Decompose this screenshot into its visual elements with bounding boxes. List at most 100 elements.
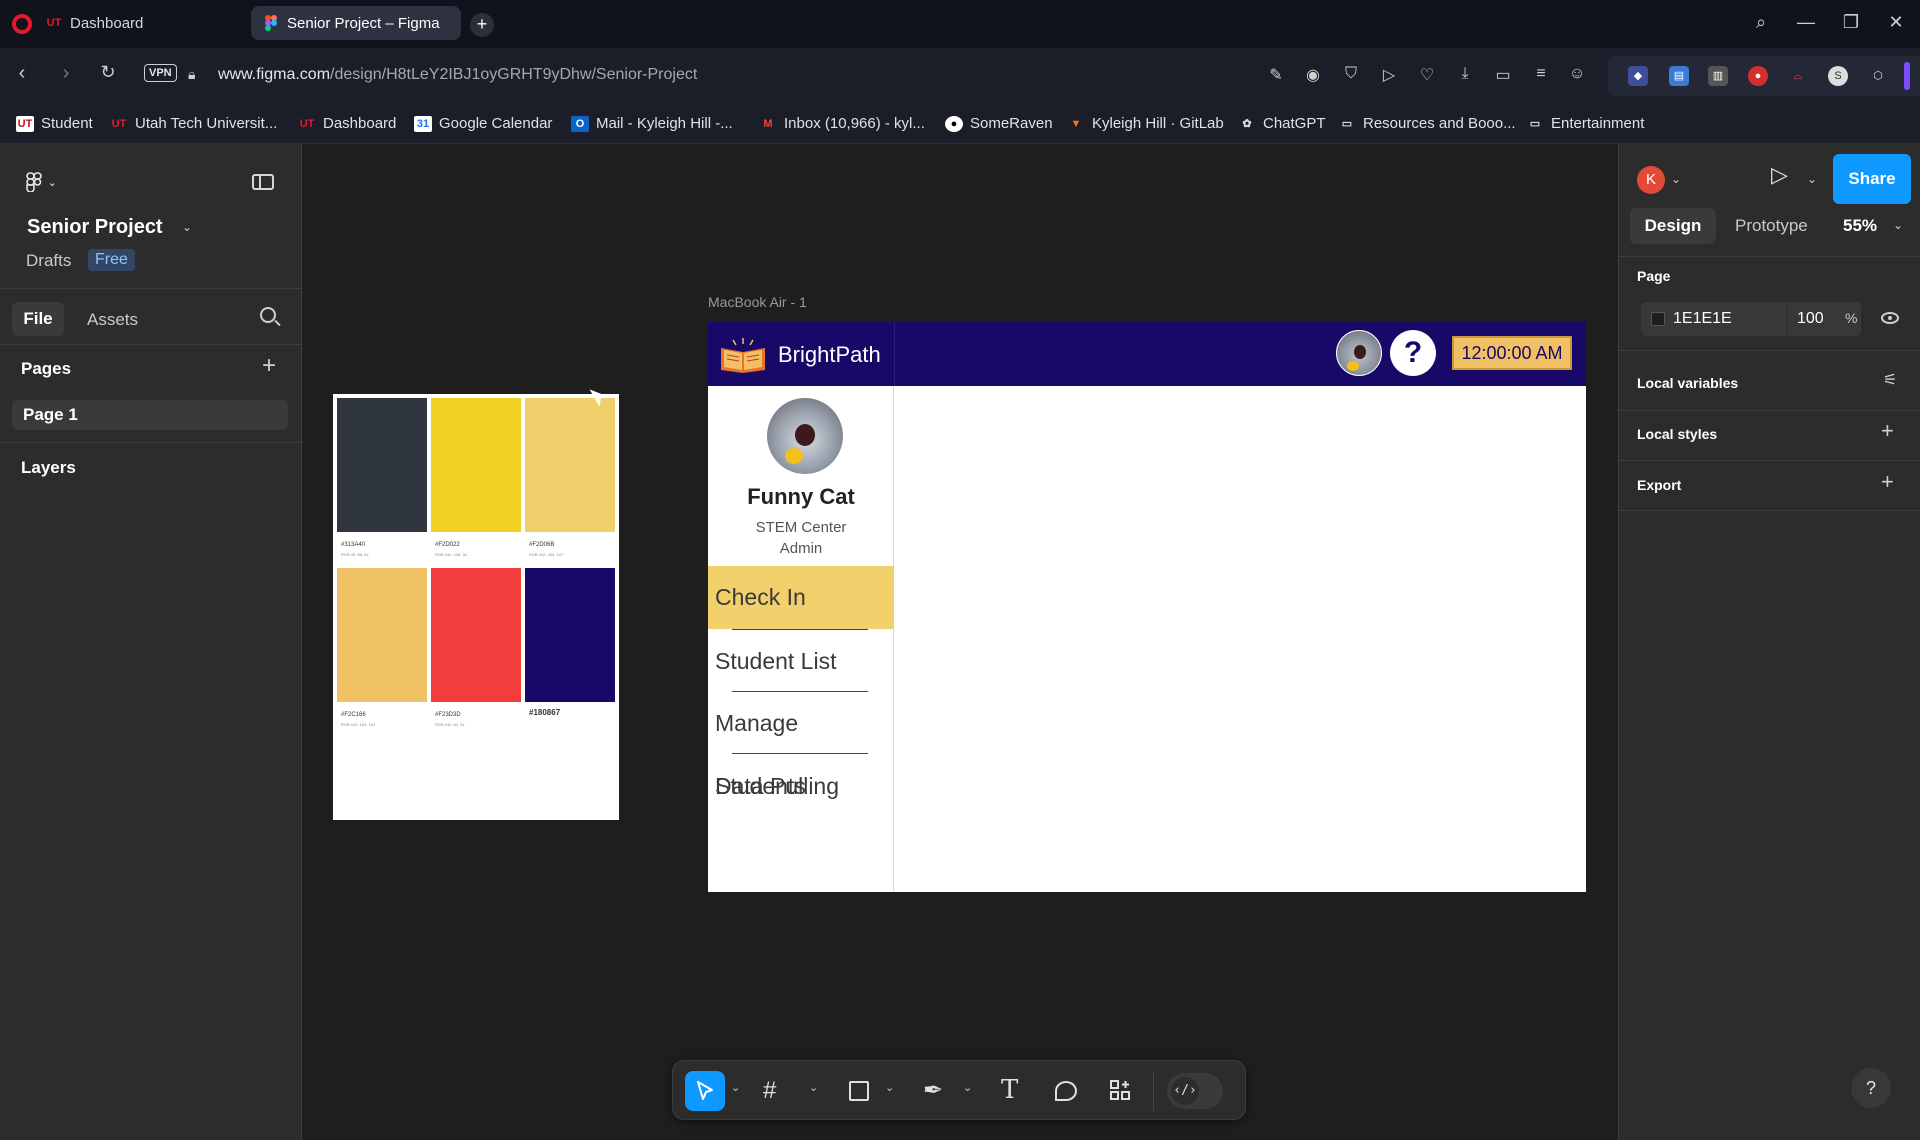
close-window-icon[interactable]: ✕ xyxy=(1882,12,1910,33)
edit-icon[interactable]: ✎ xyxy=(1265,65,1287,85)
color-hex-value[interactable]: 1E1E1E xyxy=(1673,310,1732,328)
chevron-down-icon[interactable]: ⌄ xyxy=(885,1081,894,1094)
swatch-f2d06b[interactable] xyxy=(525,398,615,532)
forward-icon[interactable]: › xyxy=(52,62,80,85)
search-icon[interactable] xyxy=(260,307,276,323)
local-variables-title[interactable]: Local variables xyxy=(1637,375,1738,391)
battery-icon[interactable]: ▭ xyxy=(1492,65,1514,85)
lock-icon[interactable]: 🔒︎ xyxy=(188,66,195,83)
rectangle-tool-icon[interactable] xyxy=(849,1081,869,1101)
nav-manage-students[interactable]: Manage Students xyxy=(708,692,894,799)
add-style-icon[interactable]: + xyxy=(1881,418,1894,444)
reload-icon[interactable]: ↻ xyxy=(94,62,122,83)
extension-1-icon[interactable]: ◆ xyxy=(1628,66,1648,86)
bookmark-gitlab[interactable]: ▼ Kyleigh Hill · GitLab xyxy=(1067,115,1224,132)
chevron-down-icon[interactable]: ⌄ xyxy=(1893,218,1903,232)
add-page-icon[interactable]: + xyxy=(262,352,276,380)
extension-4-icon[interactable]: ● xyxy=(1748,66,1768,86)
swatch-313a40[interactable] xyxy=(337,398,427,532)
shield-icon[interactable]: ⛉ xyxy=(1340,65,1362,83)
bookmark-outlook[interactable]: O Mail - Kyleigh Hill -... xyxy=(571,115,733,132)
nav-check-in[interactable]: Check In xyxy=(708,566,894,629)
eye-icon[interactable] xyxy=(1881,312,1899,324)
project-name[interactable]: Senior Project xyxy=(27,216,163,239)
nav-student-list[interactable]: Student List xyxy=(708,630,894,693)
page-item[interactable]: Page 1 xyxy=(12,400,288,430)
chevron-down-icon[interactable]: ⌄ xyxy=(1807,172,1817,186)
swatch-180867[interactable] xyxy=(525,568,615,702)
opacity-value[interactable]: 100 xyxy=(1797,310,1824,328)
toggle-sidebar-icon[interactable] xyxy=(252,174,274,190)
extensions-cube-icon[interactable]: ⬡ xyxy=(1868,66,1888,86)
color-swatch[interactable] xyxy=(1651,312,1665,326)
url-field[interactable]: www.figma.com/design/H8tLeY2IBJ1oyGRHT9y… xyxy=(218,66,697,84)
figma-menu-icon[interactable]: ⌄ xyxy=(26,172,57,198)
move-tool[interactable] xyxy=(685,1071,725,1111)
easy-setup-icon[interactable]: ≡ xyxy=(1530,65,1552,83)
search-tabs-icon[interactable]: ⌕ xyxy=(1747,12,1775,33)
bookmark-gmail[interactable]: M Inbox (10,966) - kyl... xyxy=(759,115,925,132)
user-avatar[interactable] xyxy=(1336,330,1382,376)
bookmark-chatgpt[interactable]: ✿ ChatGPT xyxy=(1238,115,1325,132)
browser-tab-figma[interactable]: Senior Project – Figma xyxy=(251,6,461,40)
vpn-badge[interactable]: VPN xyxy=(144,64,177,82)
player-icon[interactable]: ▷ xyxy=(1378,65,1400,85)
plan-badge[interactable]: Free xyxy=(88,249,135,271)
color-palette-frame[interactable]: #313A40 RGB 49, 58, 64 #F2D022 RGB 242, … xyxy=(333,394,619,820)
user-avatar[interactable]: K xyxy=(1637,166,1665,194)
download-icon[interactable]: ⤓ xyxy=(1454,65,1476,83)
chevron-down-icon[interactable]: ⌄ xyxy=(963,1081,972,1094)
opera-logo-icon[interactable] xyxy=(12,14,32,34)
swatch-f23d3d[interactable] xyxy=(431,568,521,702)
frame-tool-icon[interactable]: # xyxy=(763,1077,776,1105)
bookmark-dashboard[interactable]: UT Dashboard xyxy=(298,115,397,132)
bookmark-google-calendar[interactable]: 31 Google Calendar xyxy=(414,115,552,132)
bookmark-github[interactable]: ● SomeRaven xyxy=(945,115,1053,132)
text-tool-icon[interactable]: T xyxy=(1001,1075,1018,1105)
swatch-f2c166[interactable] xyxy=(337,568,427,702)
tab-file[interactable]: File xyxy=(12,302,64,336)
swatch-f2d022[interactable] xyxy=(431,398,521,532)
present-play-icon[interactable]: ▷ xyxy=(1771,162,1788,188)
extension-3-icon[interactable]: ▥ xyxy=(1708,66,1728,86)
chevron-down-icon[interactable]: ⌄ xyxy=(809,1081,818,1094)
macbook-frame[interactable]: BrightPath ? 12:00:00 AM Funny Cat STEM … xyxy=(708,322,1586,892)
tab-design[interactable]: Design xyxy=(1630,208,1716,244)
restore-icon[interactable]: ❐ xyxy=(1837,12,1865,33)
share-button[interactable]: Share xyxy=(1833,154,1911,204)
drafts-link[interactable]: Drafts xyxy=(26,251,71,271)
extension-6-icon[interactable]: S xyxy=(1828,66,1848,86)
bookmark-folder-resources[interactable]: ▭ Resources and Booo... xyxy=(1338,115,1516,132)
extension-5-icon[interactable]: ⌓ xyxy=(1788,66,1808,86)
heart-icon[interactable]: ♡ xyxy=(1416,65,1438,85)
tab-assets[interactable]: Assets xyxy=(87,310,138,330)
profile-icon[interactable]: ☺ xyxy=(1566,65,1588,83)
canvas[interactable]: #313A40 RGB 49, 58, 64 #F2D022 RGB 242, … xyxy=(302,144,1618,1140)
nav-data-pulling[interactable]: Data Pulling xyxy=(708,755,894,818)
extension-css-icon[interactable]: ▤ xyxy=(1669,66,1689,86)
bookmark-folder-entertainment[interactable]: ▭ Entertainment xyxy=(1526,115,1645,132)
dev-mode-toggle[interactable]: ‹/› xyxy=(1167,1073,1223,1109)
actions-tool-icon[interactable] xyxy=(1109,1079,1131,1101)
variables-sliders-icon[interactable]: ⚟ xyxy=(1883,370,1897,390)
pen-tool-icon[interactable]: ✒︎ xyxy=(923,1076,943,1105)
zoom-level[interactable]: 55% xyxy=(1843,216,1877,236)
add-export-icon[interactable]: + xyxy=(1881,469,1894,495)
comment-tool-icon[interactable] xyxy=(1055,1081,1077,1101)
chevron-down-icon[interactable]: ⌄ xyxy=(731,1081,740,1094)
chevron-down-icon[interactable]: ⌄ xyxy=(182,220,192,234)
help-button[interactable]: ? xyxy=(1851,1068,1891,1108)
tab-prototype[interactable]: Prototype xyxy=(1735,216,1808,236)
minimize-icon[interactable]: — xyxy=(1792,12,1820,33)
chevron-down-icon[interactable]: ⌄ xyxy=(1671,172,1681,186)
bookmark-utah-tech[interactable]: UT Utah Tech Universit... xyxy=(110,115,278,132)
new-tab-button[interactable]: + xyxy=(470,13,494,37)
frame-label[interactable]: MacBook Air - 1 xyxy=(708,294,807,310)
camera-icon[interactable]: ◉ xyxy=(1302,65,1324,85)
bookmark-student[interactable]: UT Student xyxy=(16,115,93,132)
back-icon[interactable]: ‹ xyxy=(8,62,36,85)
help-icon[interactable]: ? xyxy=(1390,330,1436,376)
browser-tab-dashboard[interactable]: UT Dashboard xyxy=(34,6,244,40)
profile-avatar[interactable] xyxy=(767,398,843,474)
page-color-field[interactable]: 1E1E1E 100 % xyxy=(1641,302,1861,336)
